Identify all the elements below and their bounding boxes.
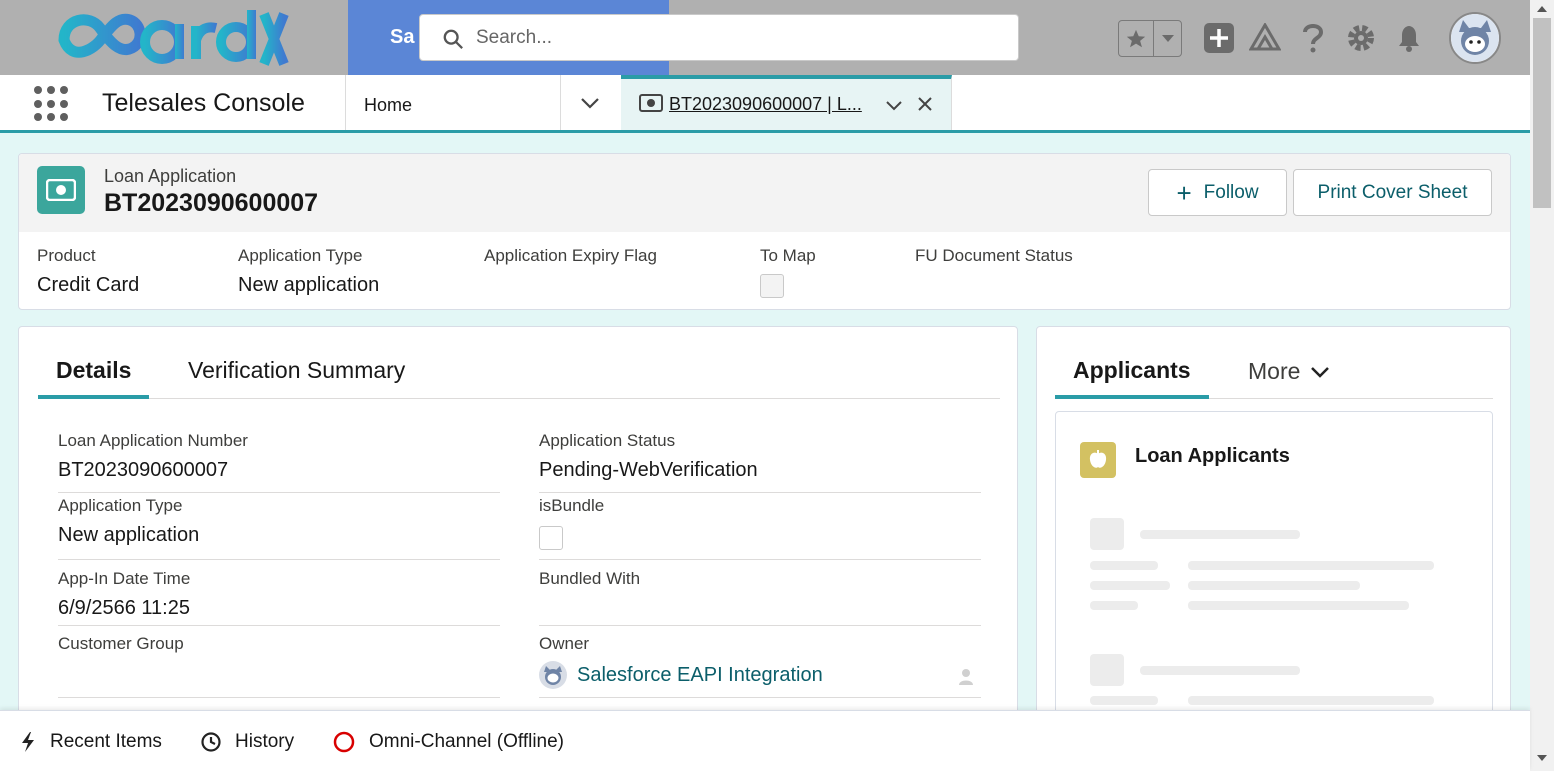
scroll-thumb[interactable] xyxy=(1533,18,1551,208)
detail-tabs: Details Verification Summary xyxy=(38,327,1000,399)
highlight-product: Product Credit Card xyxy=(37,246,140,296)
loading-placeholder xyxy=(1188,561,1434,570)
loading-placeholder xyxy=(1090,696,1158,705)
page-scrollbar[interactable] xyxy=(1530,0,1554,771)
scroll-down-arrow[interactable] xyxy=(1537,755,1547,761)
global-search[interactable] xyxy=(419,14,1019,61)
search-icon xyxy=(443,29,463,49)
app-name: Telesales Console xyxy=(102,89,305,117)
loading-placeholder xyxy=(1140,666,1300,675)
money-icon xyxy=(639,94,663,112)
utility-omni-channel[interactable]: Omni-Channel (Offline) xyxy=(333,731,564,753)
clock-icon xyxy=(201,732,221,752)
bell-icon xyxy=(1399,26,1419,52)
details-card: Details Verification Summary Loan Applic… xyxy=(18,326,1018,726)
plus-icon: + xyxy=(1176,177,1192,208)
to-map-checkbox xyxy=(760,274,784,298)
help-icon xyxy=(1303,24,1324,53)
print-cover-sheet-button[interactable]: Print Cover Sheet xyxy=(1293,169,1492,216)
console-nav-bar: Telesales Console Home BT2023090600007 |… xyxy=(0,75,1530,133)
banner-text: Sa xyxy=(390,26,415,48)
offline-status-icon xyxy=(333,731,355,753)
field-loan-application-number: Loan Application Number BT2023090600007 xyxy=(58,431,500,493)
applicant-icon xyxy=(1080,442,1116,478)
loading-placeholder xyxy=(1090,581,1170,590)
loading-placeholder xyxy=(1090,601,1138,610)
related-list-title[interactable]: Loan Applicants xyxy=(1135,445,1290,468)
app-launcher-button[interactable] xyxy=(34,86,70,122)
field-app-in-date-time: App-In Date Time 6/9/2566 11:25 xyxy=(58,569,500,626)
loading-placeholder xyxy=(1140,530,1300,539)
gear-icon xyxy=(1348,25,1374,51)
favorites-list-button[interactable] xyxy=(1154,21,1181,56)
chevron-down-icon xyxy=(581,98,599,109)
trailhead-icon xyxy=(1249,23,1281,51)
record-title: BT2023090600007 xyxy=(104,189,319,217)
setup-button[interactable] xyxy=(1343,20,1379,56)
change-owner-button[interactable] xyxy=(957,666,977,691)
chevron-down-icon xyxy=(1161,34,1174,42)
applicants-card: Applicants More Loan Applicants xyxy=(1036,326,1511,731)
loading-placeholder xyxy=(1188,601,1409,610)
field-application-type: Application Type New application xyxy=(58,496,500,560)
tab-verification-summary[interactable]: Verification Summary xyxy=(188,357,405,399)
star-icon xyxy=(1127,29,1146,47)
change-owner-icon xyxy=(959,669,973,685)
field-application-status: Application Status Pending-WebVerificati… xyxy=(539,431,981,493)
utility-history[interactable]: History xyxy=(201,731,294,753)
tab-more[interactable]: More xyxy=(1248,358,1330,385)
chevron-down-icon xyxy=(1311,366,1330,378)
loading-placeholder xyxy=(1090,561,1158,570)
highlight-expiry-flag: Application Expiry Flag xyxy=(484,246,657,265)
loan-application-icon xyxy=(37,166,85,214)
highlight-to-map: To Map xyxy=(760,246,816,298)
object-type-label: Loan Application xyxy=(104,166,237,186)
highlight-fu-document-status: FU Document Status xyxy=(915,246,1073,265)
trailhead-button[interactable] xyxy=(1247,20,1283,56)
cardx-logo[interactable] xyxy=(58,4,290,72)
global-header: Sa xyxy=(0,0,1530,75)
tab-actions-button[interactable] xyxy=(885,97,903,120)
record-tab-label[interactable]: BT2023090600007 | L... xyxy=(669,94,869,115)
loan-applicants-related-list: Loan Applicants xyxy=(1055,411,1493,731)
search-input[interactable] xyxy=(476,23,996,53)
tab-applicants[interactable]: Applicants xyxy=(1055,357,1209,399)
help-button[interactable] xyxy=(1295,20,1331,56)
loading-placeholder xyxy=(1090,654,1124,686)
add-icon xyxy=(1204,23,1234,53)
utility-bar: Recent Items History Omni-Channel (Offli… xyxy=(0,710,1530,771)
field-owner: Owner Salesforce EAPI Integration xyxy=(539,634,981,698)
field-isbundle: isBundle xyxy=(539,496,981,560)
tab-home[interactable]: Home xyxy=(364,95,412,116)
applicants-tabs: Applicants More xyxy=(1055,327,1493,399)
utility-recent-items[interactable]: Recent Items xyxy=(20,731,162,753)
field-customer-group: Customer Group xyxy=(58,634,500,698)
tab-loan-application[interactable]: BT2023090600007 | L... xyxy=(621,75,952,130)
close-tab-button[interactable] xyxy=(915,94,935,119)
scroll-up-arrow[interactable] xyxy=(1537,6,1547,12)
nav-menu-button[interactable] xyxy=(580,93,600,118)
favorites-button[interactable] xyxy=(1119,21,1155,56)
close-icon xyxy=(918,97,932,111)
tab-details[interactable]: Details xyxy=(38,357,150,399)
highlight-application-type: Application Type New application xyxy=(238,246,380,296)
follow-button[interactable]: + Follow xyxy=(1148,169,1287,216)
lightning-icon xyxy=(22,732,34,752)
notifications-button[interactable] xyxy=(1391,20,1427,56)
record-header: Loan Application BT2023090600007 + Follo… xyxy=(18,153,1511,310)
field-bundled-with: Bundled With xyxy=(539,569,981,626)
avatar[interactable] xyxy=(1449,12,1501,64)
isbundle-checkbox xyxy=(539,526,563,550)
favorites-group xyxy=(1118,20,1182,57)
loading-placeholder xyxy=(1188,581,1360,590)
loading-placeholder xyxy=(1090,518,1124,550)
chevron-down-icon xyxy=(886,101,902,111)
owner-link[interactable]: Salesforce EAPI Integration xyxy=(539,661,981,689)
owner-avatar xyxy=(539,661,567,689)
loading-placeholder xyxy=(1188,696,1434,705)
global-actions-button[interactable] xyxy=(1201,20,1237,56)
